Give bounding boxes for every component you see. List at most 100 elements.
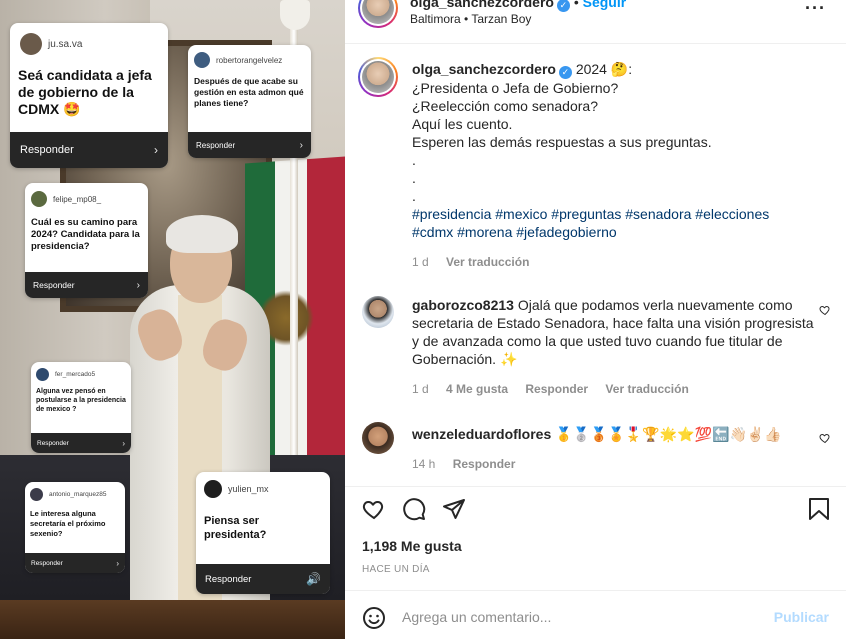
question-text: Le interesa alguna secretaría el próximo… bbox=[30, 509, 106, 538]
reply-button[interactable]: Responder › bbox=[10, 132, 168, 168]
caption-meta: 1 d Ver traducción bbox=[412, 253, 832, 271]
speaker-icon[interactable]: 🔊 bbox=[306, 572, 321, 586]
avatar bbox=[20, 33, 42, 55]
comment-time: 14 h bbox=[412, 457, 436, 471]
reply-button[interactable]: Responder 🔊 bbox=[196, 564, 330, 594]
caption-hashtags[interactable]: #presidencia #mexico #preguntas #senador… bbox=[412, 205, 832, 223]
reply-label: Responder bbox=[31, 559, 63, 567]
caption-line: . bbox=[412, 188, 416, 204]
comment-time: 1 d bbox=[412, 382, 429, 396]
verified-badge-icon: ✓ bbox=[556, 0, 570, 12]
caption-line: Esperen las demás respuestas a sus pregu… bbox=[412, 134, 712, 150]
caption-first-line: 2024 🤔: bbox=[575, 61, 633, 77]
question-username: felipe_mp08_ bbox=[53, 194, 102, 204]
question-card: fer_mercado5 Alguna vez pensó en postula… bbox=[31, 362, 131, 453]
question-text: Alguna vez pensó en postularse a la pres… bbox=[36, 388, 126, 413]
avatar bbox=[194, 52, 210, 68]
comment-like-heart-icon[interactable] bbox=[819, 432, 831, 447]
caption-line: ¿Reelección como senadora? bbox=[412, 98, 598, 114]
question-text: Después de que acabe su gestión en esta … bbox=[194, 76, 304, 108]
chevron-right-icon: › bbox=[122, 438, 125, 448]
more-options-icon[interactable]: ··· bbox=[805, 0, 826, 19]
caption-hashtags[interactable]: #cdmx #morena #jefadegobierno bbox=[412, 223, 832, 241]
follow-button[interactable]: Seguir bbox=[583, 0, 627, 10]
comment-icon[interactable] bbox=[402, 497, 426, 526]
comment: wenzeleduardoflores 🥇🥈🥉🏅🎖️🏆🌟⭐💯🔚👋🏻✌🏻👍🏻 14… bbox=[412, 425, 822, 473]
comment-meta: 1 d 4 Me gusta Responder Ver traducción bbox=[412, 380, 822, 398]
translate-link[interactable]: Ver traducción bbox=[446, 255, 529, 269]
caption-line: ¿Presidenta o Jefa de Gobierno? bbox=[412, 80, 619, 96]
post-details-panel: olga_sanchezcordero ✓ • Seguir Baltimora … bbox=[345, 0, 846, 639]
question-card: yulien_mx Piensa ser presidenta? Respond… bbox=[196, 472, 330, 594]
verified-badge-icon: ✓ bbox=[558, 66, 572, 79]
audio-track[interactable]: Baltimora • Tarzan Boy bbox=[410, 12, 531, 26]
reply-link[interactable]: Responder bbox=[525, 382, 588, 396]
caption-username[interactable]: olga_sanchezcordero bbox=[412, 61, 556, 77]
chevron-right-icon: › bbox=[116, 558, 119, 568]
comment-likes[interactable]: 4 Me gusta bbox=[446, 382, 508, 396]
post-timestamp: HACE UN DÍA bbox=[362, 564, 430, 575]
like-count[interactable]: 1,198 Me gusta bbox=[362, 538, 462, 554]
wooden-table bbox=[0, 600, 345, 639]
question-text: Seá candidata a jefa de gobierno de la C… bbox=[18, 67, 152, 117]
avatar bbox=[31, 191, 47, 207]
comment-text: 🥇🥈🥉🏅🎖️🏆🌟⭐💯🔚👋🏻✌🏻👍🏻 bbox=[555, 426, 782, 442]
question-username: antonio_marquez85 bbox=[49, 491, 107, 498]
send-icon[interactable] bbox=[442, 497, 466, 526]
comment-username[interactable]: gaborozco8213 bbox=[412, 297, 514, 313]
comment-username[interactable]: wenzeleduardoflores bbox=[412, 426, 551, 442]
ceiling-lamp bbox=[280, 0, 310, 30]
question-text: Cuál es su camino para 2024? Candidata p… bbox=[31, 217, 140, 252]
chevron-right-icon: › bbox=[154, 143, 158, 157]
post-header: olga_sanchezcordero ✓ • Seguir bbox=[410, 0, 626, 12]
heart-icon[interactable] bbox=[362, 497, 386, 526]
avatar[interactable] bbox=[358, 0, 398, 28]
question-username: ju.sa.va bbox=[48, 38, 83, 50]
caption-line: . bbox=[412, 152, 416, 168]
post-media[interactable]: ju.sa.va Seá candidata a jefa de gobiern… bbox=[0, 0, 345, 639]
caption-line: . bbox=[412, 170, 416, 186]
smiley-icon[interactable] bbox=[362, 606, 386, 635]
comment-like-heart-icon[interactable] bbox=[819, 304, 831, 319]
chevron-right-icon: › bbox=[299, 139, 303, 151]
question-text: Piensa ser presidenta? bbox=[204, 515, 267, 541]
reply-label: Responder bbox=[196, 140, 236, 150]
avatar bbox=[30, 488, 43, 501]
translate-link[interactable]: Ver traducción bbox=[605, 382, 688, 396]
reply-label: Responder bbox=[37, 439, 69, 447]
comment: gaborozco8213 Ojalá que podamos verla nu… bbox=[412, 296, 822, 398]
avatar bbox=[204, 480, 222, 498]
comment-meta: 14 h Responder bbox=[412, 455, 822, 473]
header-divider bbox=[345, 43, 846, 44]
commenter-avatar[interactable] bbox=[362, 296, 394, 328]
question-card: antonio_marquez85 Le interesa alguna sec… bbox=[25, 482, 125, 573]
publish-button[interactable]: Publicar bbox=[774, 609, 829, 625]
reply-button[interactable]: Responder › bbox=[31, 433, 131, 453]
speaker-hair bbox=[166, 215, 238, 253]
reply-label: Responder bbox=[20, 144, 74, 156]
comment-box-divider bbox=[345, 590, 846, 591]
reply-label: Responder bbox=[33, 280, 75, 290]
reply-button[interactable]: Responder › bbox=[188, 132, 311, 158]
actions-divider bbox=[345, 486, 846, 487]
question-username: fer_mercado5 bbox=[55, 371, 96, 378]
avatar bbox=[36, 368, 49, 381]
bookmark-icon[interactable] bbox=[808, 497, 830, 526]
post-caption: olga_sanchezcordero ✓ 2024 🤔: ¿Presidenta… bbox=[412, 60, 832, 271]
reply-button[interactable]: Responder › bbox=[25, 553, 125, 573]
chevron-right-icon: › bbox=[136, 279, 140, 291]
question-card: ju.sa.va Seá candidata a jefa de gobiern… bbox=[10, 23, 168, 168]
question-card: felipe_mp08_ Cuál es su camino para 2024… bbox=[25, 183, 148, 298]
author-username[interactable]: olga_sanchezcordero bbox=[410, 0, 554, 10]
caption-line: Aquí les cuento. bbox=[412, 116, 513, 132]
commenter-avatar[interactable] bbox=[362, 422, 394, 454]
reply-label: Responder bbox=[205, 573, 252, 585]
avatar[interactable] bbox=[358, 57, 398, 97]
reply-button[interactable]: Responder › bbox=[25, 272, 148, 298]
comment-input[interactable]: Agrega un comentario... bbox=[402, 609, 551, 625]
question-card: robertorangelvelez Después de que acabe … bbox=[188, 45, 311, 158]
question-username: yulien_mx bbox=[228, 484, 269, 494]
reply-link[interactable]: Responder bbox=[453, 457, 516, 471]
caption-time: 1 d bbox=[412, 255, 429, 269]
question-username: robertorangelvelez bbox=[216, 55, 283, 65]
